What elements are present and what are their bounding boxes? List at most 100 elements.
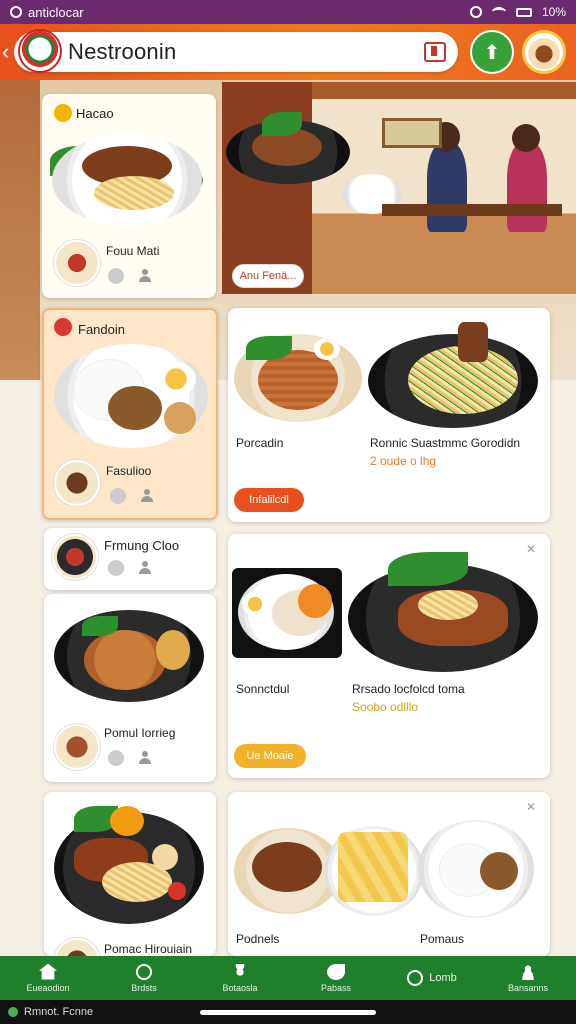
location-icon [469,6,482,18]
dish-rice [84,630,166,690]
dish-egg [152,844,178,870]
dish-label: Podnels [236,932,280,946]
flower-icon [231,963,249,980]
home-indicator[interactable] [200,1010,376,1015]
nav-label: Lomb [429,972,457,984]
dish-beans [108,386,162,430]
cart-icon[interactable] [110,488,126,504]
nav-item-search[interactable]: Brdsts [96,956,192,1000]
nav-label: Eueaodion [26,982,70,993]
menu-card-fandoin[interactable]: Fandoin Fasulioo [42,308,218,520]
dish-label: Rrsado locfolcd toma [352,682,465,696]
system-nav-bar: Rmnot. Fcnne [0,1000,576,1024]
people-icon [519,963,537,980]
order-button[interactable]: Infalilcdl [234,488,304,512]
hero-image [222,82,576,294]
dish-thumbnail[interactable] [54,240,100,286]
person-icon[interactable] [138,561,152,575]
leaf-icon [327,963,345,980]
price-label: Soobo odlllo [352,700,419,714]
nav-label: Bansanns [507,982,549,993]
dish-thumbnail[interactable] [54,938,100,956]
card-title: Frmung Cloo [104,538,180,553]
app-header: ‹ Nestroonin ⬆ [0,24,576,80]
dish-meat [252,842,322,892]
order-button[interactable]: Ue Moaie [234,744,306,768]
background-wall [0,80,40,410]
cart-icon[interactable] [108,560,124,576]
dish-side [480,852,518,890]
dish-meat [458,322,488,362]
leaf-garnish [388,552,468,586]
cart-icon[interactable] [108,268,124,284]
status-bar: anticlocar 10% [0,0,576,24]
card-subtitle: Pomac Hirouiain [104,942,193,956]
app-title: Nestroonin [68,39,177,64]
dish-side [156,630,190,670]
bottom-nav: Eueaodion Brdsts Botaosla Pabass Lomb Ba… [0,956,576,1000]
person-icon[interactable] [138,269,152,283]
combo-card-2[interactable]: ✕ Sonnctdul Rrsado locfolcd toma Soobo o… [228,534,550,778]
nav-label: Pabass [320,982,352,993]
battery-icon [515,7,532,17]
notification-icon [10,6,22,18]
dish-thumbnail[interactable] [54,460,100,506]
nav-item-lomb[interactable]: Lomb [384,956,480,1000]
leaf-garnish [82,616,118,636]
category-icon [54,104,72,122]
card-title: Fandoin [78,322,125,337]
cart-icon[interactable] [108,750,124,766]
person-icon[interactable] [140,489,154,503]
leaf-garnish [246,336,292,360]
menu-card-frmung[interactable]: Frmung Cloo [44,528,216,590]
hero-action-button[interactable]: Anu Fenä... [232,264,304,288]
combo-card-3[interactable]: ✕ Podnels Pomaus [228,792,550,956]
dish-label: Ronnic Suastmmc Gorodidn [370,436,521,450]
price-label: 2 oude o lhg [370,454,437,468]
card-subtitle: Fasulioo [106,464,152,478]
home-icon [39,963,57,980]
flower-garnish [110,806,144,836]
dish-label: Sonnctdul [236,682,290,696]
carrier-label: anticlocar [28,4,84,20]
dish-tomato [168,882,186,900]
nav-item-bansanns[interactable]: Bansanns [480,956,576,1000]
dish-noodles [418,590,478,620]
bookmark-icon[interactable] [424,42,446,62]
nav-item-home[interactable]: Eueaodion [0,956,96,1000]
restaurant-logo [18,29,62,73]
add-user-button[interactable]: ⬆ [470,30,514,74]
dish-egg [156,362,196,396]
search-bar[interactable]: Nestroonin [14,29,458,73]
menu-card-pomac[interactable]: Pomac Hirouiain [44,792,216,956]
nav-label: Botaosla [222,982,258,993]
check-icon [407,970,424,986]
menu-card-pomul[interactable]: Pomul Iorrieg [44,594,216,782]
dish-thumbnail[interactable] [52,534,98,580]
person-icon[interactable] [138,751,152,765]
nav-label: Brdsts [131,982,157,993]
dish-fries [338,832,408,902]
combo-card-1[interactable]: Porcadin Ronnic Suastmmc Gorodidn 2 oude… [228,308,550,522]
app-status-icon [8,1007,18,1017]
dish-thumbnail[interactable] [54,724,100,770]
avatar[interactable] [522,30,566,74]
dish-egg [314,338,340,360]
search-icon [136,963,152,980]
close-icon[interactable]: ✕ [526,800,536,814]
card-subtitle: Pomul Iorrieg [104,726,176,740]
wifi-icon [491,7,506,17]
dish-noodles [94,176,174,210]
dish-label: Porcadin [236,436,284,450]
category-icon [54,318,72,336]
nav-item-pabass[interactable]: Pabass [288,956,384,1000]
close-icon[interactable]: ✕ [526,542,536,556]
dish-egg [242,592,268,616]
card-title: Hacao [76,106,114,121]
dish-label: Pomaus [420,932,465,946]
nav-item-botaosla[interactable]: Botaosla [192,956,288,1000]
menu-card-hacao[interactable]: Hacao Fouu Mati [42,94,216,298]
dish-side [164,402,196,434]
card-subtitle: Fouu Mati [106,244,160,258]
system-label: Rmnot. Fcnne [24,1006,94,1018]
